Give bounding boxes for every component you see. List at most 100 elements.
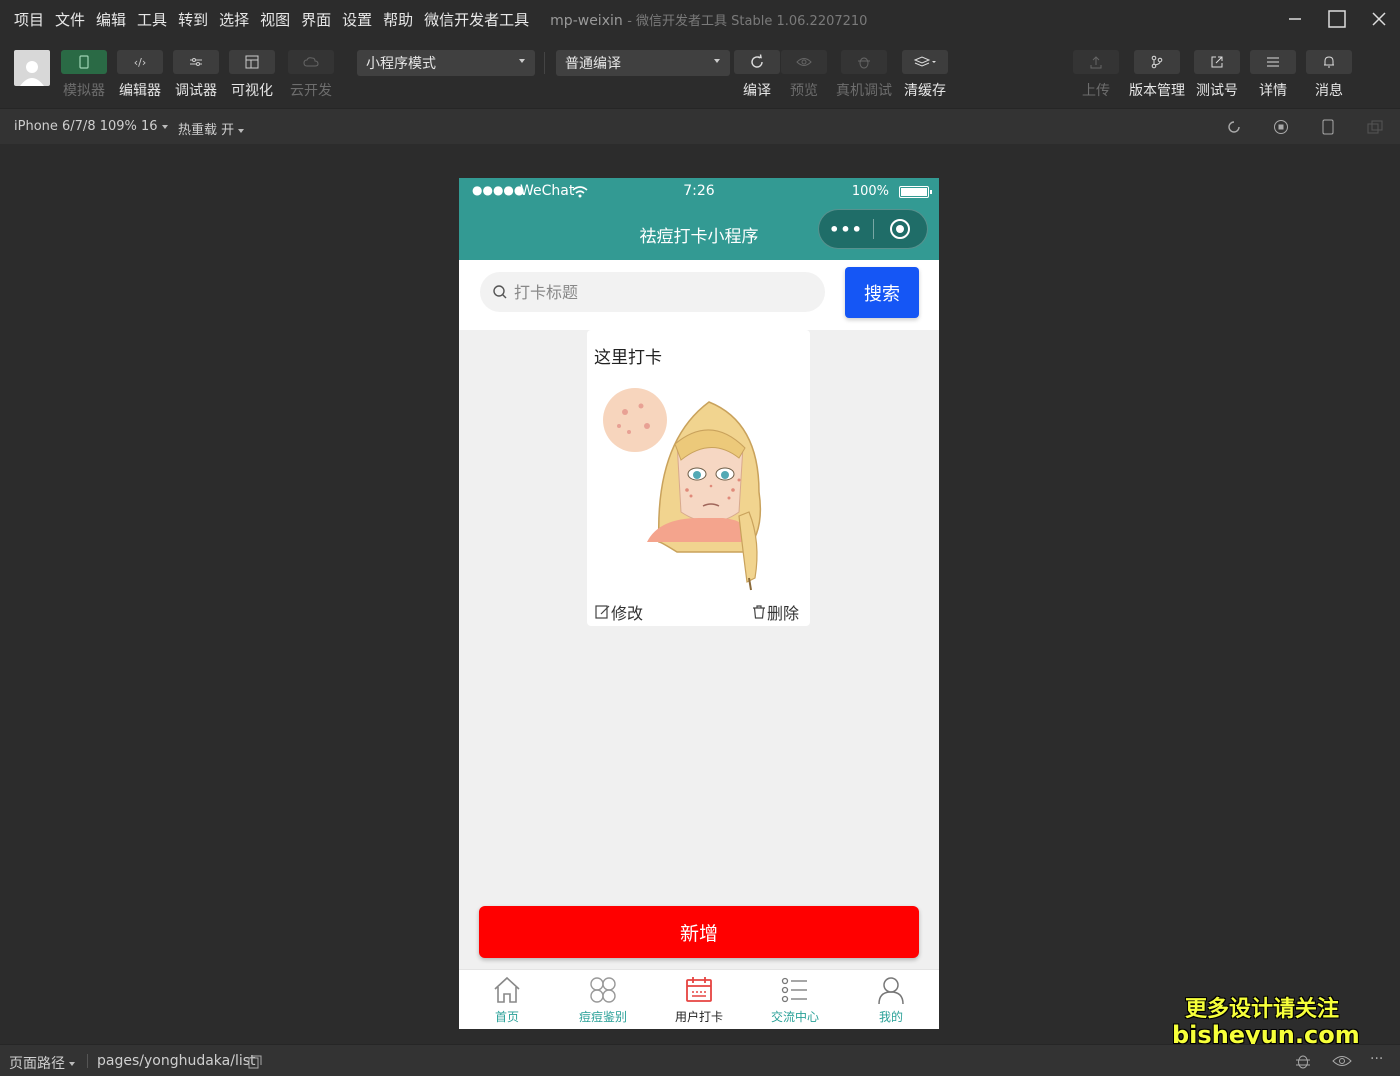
editor-button[interactable]: ‹/› bbox=[117, 50, 163, 74]
copy-icon[interactable] bbox=[248, 1055, 262, 1069]
test-account-label: 测试号 bbox=[1196, 83, 1238, 99]
person-icon bbox=[878, 977, 904, 1005]
sliders-icon bbox=[190, 58, 202, 66]
tab-community[interactable]: 交流中心 bbox=[747, 970, 843, 1029]
remote-debug-tool[interactable]: 真机调试 bbox=[836, 50, 892, 100]
add-button[interactable]: 新增 bbox=[479, 906, 919, 958]
search-button[interactable]: 搜索 bbox=[845, 267, 919, 318]
version-tool[interactable]: 版本管理 bbox=[1129, 50, 1185, 100]
trash-icon bbox=[753, 605, 765, 619]
search-box[interactable] bbox=[480, 272, 825, 312]
close-button[interactable] bbox=[1358, 0, 1400, 38]
messages-button[interactable] bbox=[1306, 50, 1352, 74]
avatar[interactable] bbox=[14, 50, 50, 86]
compile-label: 编译 bbox=[743, 83, 771, 99]
editor-tool[interactable]: ‹/› 编辑器 bbox=[116, 50, 164, 100]
simulator-tool[interactable]: 模拟器 bbox=[60, 50, 108, 100]
menu-tools[interactable]: 工具 bbox=[137, 9, 167, 30]
test-account-button[interactable] bbox=[1194, 50, 1240, 74]
nav-bar: 祛痘打卡小程序 ••• bbox=[459, 205, 939, 260]
home-icon bbox=[494, 976, 520, 1003]
stop-button[interactable] bbox=[1271, 117, 1291, 137]
preview-button[interactable] bbox=[781, 50, 827, 74]
remote-debug-label: 真机调试 bbox=[836, 83, 892, 99]
compile-button[interactable] bbox=[734, 50, 780, 74]
tab-mine[interactable]: 我的 bbox=[843, 970, 939, 1029]
capsule-menu: ••• bbox=[818, 209, 928, 249]
tab-bar: 首页 痘痘鉴别 用户打卡 交流中心 我的 bbox=[459, 969, 939, 1029]
menu-bar: 项目 文件 编辑 工具 转到 选择 视图 界面 设置 帮助 微信开发者工具 bbox=[0, 0, 540, 38]
maximize-button[interactable] bbox=[1316, 0, 1358, 38]
more-options-icon[interactable]: ··· bbox=[1370, 1051, 1383, 1067]
caret-down-icon bbox=[238, 128, 245, 133]
checkin-card[interactable]: 这里打卡 修改 删除 bbox=[587, 330, 810, 626]
device-select[interactable]: iPhone 6/7/8 109% 16 bbox=[14, 119, 168, 134]
phone-icon bbox=[79, 55, 89, 69]
visual-button[interactable] bbox=[229, 50, 275, 74]
close-miniprogram-button[interactable] bbox=[874, 218, 927, 240]
mobile-icon bbox=[1322, 119, 1334, 135]
more-button[interactable]: ••• bbox=[819, 220, 873, 239]
edit-button[interactable]: 修改 bbox=[595, 600, 643, 624]
menu-devtools[interactable]: 微信开发者工具 bbox=[424, 9, 529, 30]
page-path: pages/yonghudaka/list bbox=[97, 1053, 256, 1069]
remote-debug-button[interactable] bbox=[841, 50, 887, 74]
grid-icon bbox=[590, 977, 616, 1003]
delete-button[interactable]: 删除 bbox=[751, 600, 799, 624]
stop-icon bbox=[1274, 120, 1288, 134]
menu-help[interactable]: 帮助 bbox=[383, 9, 413, 30]
preview-tool[interactable]: 预览 bbox=[780, 50, 828, 100]
popout-button[interactable] bbox=[1365, 117, 1385, 137]
clear-cache-tool[interactable]: 清缓存 bbox=[901, 50, 949, 100]
tab-user-checkin-label: 用户打卡 bbox=[674, 1010, 723, 1024]
mode-select[interactable]: 小程序模式 bbox=[357, 50, 535, 76]
debugger-tool[interactable]: 调试器 bbox=[172, 50, 220, 100]
simulator-button[interactable] bbox=[61, 50, 107, 74]
upload-button[interactable] bbox=[1073, 50, 1119, 74]
device-button[interactable] bbox=[1318, 117, 1338, 137]
chevron-down-icon bbox=[714, 59, 720, 63]
rotate-button[interactable] bbox=[1224, 117, 1244, 137]
upload-tool[interactable]: 上传 bbox=[1072, 50, 1120, 100]
debugger-button[interactable] bbox=[173, 50, 219, 74]
menu-select[interactable]: 选择 bbox=[219, 9, 249, 30]
delete-label: 删除 bbox=[767, 604, 800, 623]
hot-reload-value: 热重载 开 bbox=[178, 123, 235, 138]
details-button[interactable] bbox=[1250, 50, 1296, 74]
menu-settings[interactable]: 设置 bbox=[342, 9, 372, 30]
test-account-tool[interactable]: 测试号 bbox=[1193, 50, 1241, 100]
watermark: 更多设计请关注 bisheyun.com bbox=[1172, 997, 1360, 1048]
page-path-select[interactable]: 页面路径 bbox=[9, 1053, 75, 1073]
menu-file[interactable]: 文件 bbox=[55, 9, 85, 30]
visual-tool[interactable]: 可视化 bbox=[228, 50, 276, 100]
hot-reload-toggle[interactable]: 热重载 开 bbox=[178, 119, 245, 138]
menu-goto[interactable]: 转到 bbox=[178, 9, 208, 30]
tab-home-label: 首页 bbox=[494, 1010, 519, 1024]
bug-icon bbox=[858, 57, 870, 69]
menu-project[interactable]: 项目 bbox=[14, 9, 44, 30]
eye-icon[interactable] bbox=[1332, 1054, 1352, 1068]
cloud-tool[interactable]: 云开发 bbox=[287, 50, 335, 100]
cloud-icon bbox=[303, 57, 319, 67]
version-button[interactable] bbox=[1134, 50, 1180, 74]
list-icon bbox=[781, 977, 807, 1003]
search-input[interactable] bbox=[514, 282, 794, 302]
details-tool[interactable]: 详情 bbox=[1249, 50, 1297, 100]
compile-select[interactable]: 普通编译 bbox=[556, 50, 730, 76]
cloud-button[interactable] bbox=[288, 50, 334, 74]
tab-user-checkin[interactable]: 用户打卡 bbox=[651, 970, 747, 1029]
clear-cache-button[interactable] bbox=[902, 50, 948, 74]
compile-tool[interactable]: 编译 bbox=[733, 50, 781, 100]
menu-view[interactable]: 视图 bbox=[260, 9, 290, 30]
tab-home[interactable]: 首页 bbox=[459, 970, 555, 1029]
simulator-bar: iPhone 6/7/8 109% 16 热重载 开 bbox=[0, 108, 1400, 144]
menu-edit[interactable]: 编辑 bbox=[96, 9, 126, 30]
tab-acne-identify[interactable]: 痘痘鉴别 bbox=[555, 970, 651, 1029]
close-icon bbox=[1372, 12, 1386, 26]
messages-tool[interactable]: 消息 bbox=[1305, 50, 1353, 100]
code-icon: ‹/› bbox=[133, 55, 147, 69]
bug-icon[interactable] bbox=[1294, 1052, 1312, 1070]
minimize-button[interactable] bbox=[1274, 0, 1316, 38]
menu-interface[interactable]: 界面 bbox=[301, 9, 331, 30]
search-row: 搜索 bbox=[459, 260, 939, 330]
